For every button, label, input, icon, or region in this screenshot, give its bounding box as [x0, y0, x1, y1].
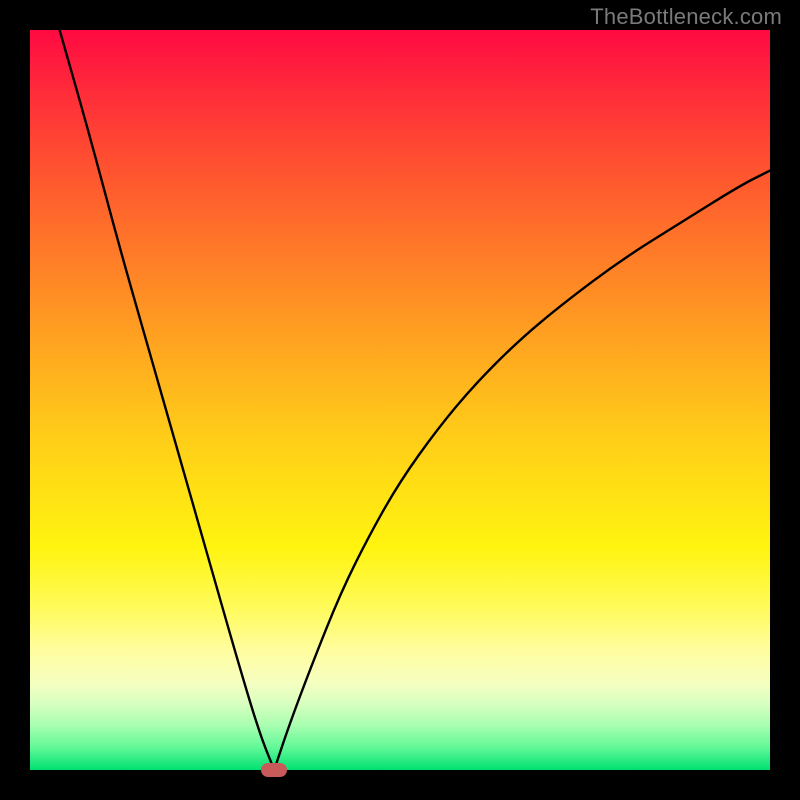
bottleneck-curve — [30, 30, 770, 770]
chart-frame: TheBottleneck.com — [0, 0, 800, 800]
optimal-point-marker — [261, 763, 287, 777]
plot-area — [30, 30, 770, 770]
curve-right-branch — [274, 171, 770, 770]
curve-left-branch — [60, 30, 275, 770]
watermark-text: TheBottleneck.com — [590, 4, 782, 30]
